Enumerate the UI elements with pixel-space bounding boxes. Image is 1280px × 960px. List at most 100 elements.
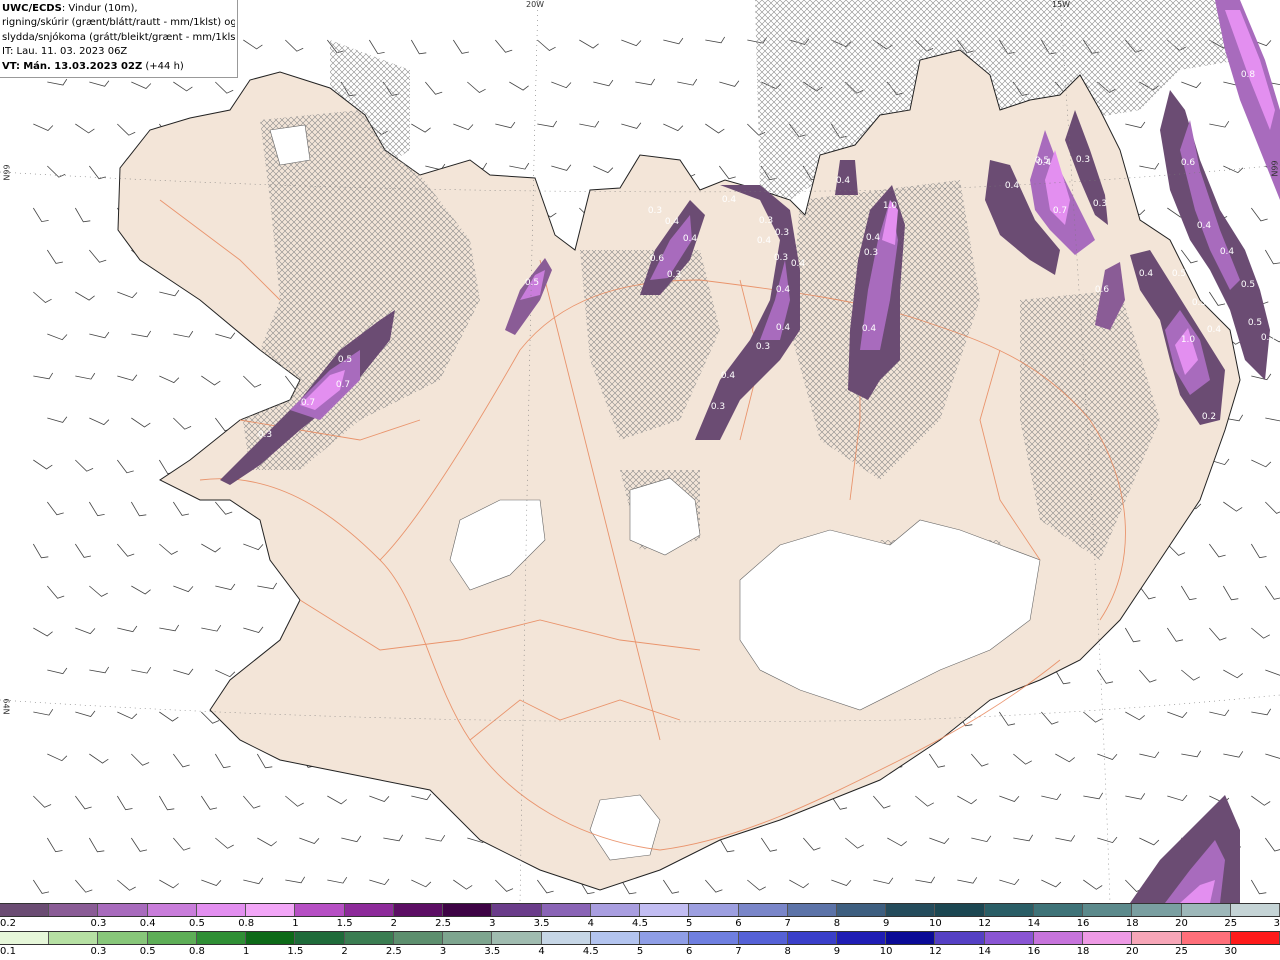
header-line2: rigning/skúrir (grænt/blátt/rautt - mm/1…	[2, 17, 235, 29]
legend-snow-colorbar	[0, 903, 1280, 917]
legend-label: 5	[686, 918, 693, 929]
legend-swatch	[196, 904, 247, 916]
lead-time: (+44 h)	[145, 60, 184, 72]
precip-value-label: 0.3	[775, 228, 789, 238]
legend-label: 0.3	[90, 918, 107, 929]
precip-value-label: 0.3	[711, 402, 725, 412]
precip-value-label: 0.4	[721, 371, 736, 381]
legend-label: 1.5	[336, 918, 353, 929]
header-line3: slydda/snjókoma (grátt/bleikt/grænt - mm…	[2, 31, 235, 43]
precip-value-label: 0.7	[336, 380, 350, 390]
precip-value-label: 0.5	[1035, 156, 1049, 166]
legend-swatch	[443, 932, 493, 944]
legend-swatch	[344, 904, 394, 916]
legend-label: 3.5	[484, 946, 501, 957]
precip-value-label: 0.5	[1241, 280, 1255, 290]
legend-swatch	[787, 904, 837, 916]
legend-label: 6	[735, 918, 742, 929]
legend-label: 20	[1175, 918, 1188, 929]
legend-swatch	[787, 932, 837, 944]
legend-label: 6	[686, 946, 693, 957]
legend-label: 16	[1076, 918, 1090, 929]
legend-swatch	[98, 932, 148, 944]
precip-value-label: 0.7	[301, 398, 315, 408]
legend-swatch	[1132, 904, 1182, 916]
precip-value-label: 0.7	[1053, 206, 1067, 216]
legend-label: 0.3	[90, 946, 107, 957]
legend-swatch	[98, 904, 148, 916]
legend-label: 0.5	[139, 946, 156, 957]
legend-swatch	[147, 932, 197, 944]
legend-label: 30	[1273, 918, 1280, 929]
legend-swatch	[0, 932, 50, 944]
legend-label: 16	[1027, 946, 1041, 957]
legend-swatch	[640, 904, 690, 916]
legend-label: 1	[242, 946, 250, 957]
precip-value-label: 0.4	[722, 195, 737, 205]
legend-swatch	[1181, 904, 1231, 916]
legend-swatch	[344, 932, 394, 944]
precip-value-label: 0.5	[525, 278, 539, 288]
legend-label: 4.5	[582, 946, 599, 957]
legend-swatch	[147, 904, 197, 916]
precip-value-label: 0.4	[1005, 181, 1020, 191]
legend-label: 2	[341, 946, 348, 957]
legend-label: 14	[978, 946, 991, 957]
legend-label: 12	[978, 918, 991, 929]
precip-value-label: 0.4	[836, 176, 851, 186]
legend-swatch	[590, 904, 641, 916]
precip-value-label: 0.4	[862, 324, 877, 334]
legend-swatch	[49, 932, 99, 944]
legend-label: 3	[489, 918, 496, 929]
precip-value-label: 0.6	[1181, 158, 1196, 168]
legend-label: 4	[587, 918, 594, 929]
legend-swatch	[738, 932, 788, 944]
precip-value-label: 0.4	[776, 323, 791, 333]
legend-swatch	[738, 904, 788, 916]
legend-label: 18	[1076, 946, 1090, 957]
legend-swatch	[984, 904, 1034, 916]
precip-value-label: 0.5	[1172, 269, 1186, 279]
it-label: IT:	[2, 46, 14, 58]
legend-label: 2.5	[435, 918, 452, 929]
legend-snow-labels: 0.2 0.3 0.4 0.5 0.8 1 1.5 2 2.5 3 3.5 4 4.5 5 6 7 8 9 10 12…	[0, 917, 1280, 931]
legend-label: 5	[636, 946, 644, 957]
valid-time: Mán. 13.03.2023 02Z	[23, 60, 143, 72]
legend-label: 10	[929, 918, 942, 929]
precip-value-label: 0.4	[776, 285, 791, 295]
precip-value-label: 0.3	[864, 248, 878, 258]
legend-swatch	[246, 932, 296, 944]
legend-label: 1	[292, 918, 299, 929]
legend-label: 0.8	[238, 918, 255, 929]
precip-value-label: 0.5	[338, 355, 352, 365]
legend-swatch	[935, 904, 985, 916]
grid-label-66n-right: 66N	[1269, 160, 1279, 177]
precip-value-label: 0.2	[1202, 412, 1216, 422]
legend-swatch	[246, 904, 296, 916]
precip-value-label: 1.0	[883, 201, 898, 211]
legend-label: 0.5	[188, 918, 205, 929]
legend-label: 8	[833, 918, 841, 929]
legend-rain: 0.1 0.3 0.5 0.8 1 1.5 2 2.5 3 3.5 4 4.5 5 6 7 8 9 10 12 14 1…	[0, 931, 1280, 959]
legend-swatch	[1083, 932, 1133, 944]
legend-swatch	[0, 904, 50, 916]
legend-label: 7	[784, 918, 791, 929]
precip-value-label: 0.3	[774, 253, 788, 263]
precip-value-label: 0.4	[1139, 269, 1154, 279]
legend-label: 10	[879, 946, 893, 957]
precip-value-label: 0.3	[1076, 155, 1090, 165]
precip-value-label: 0.5	[1261, 333, 1275, 343]
precip-value-label: 0.6	[1095, 285, 1110, 295]
legend-label: 20	[1125, 946, 1139, 957]
legend-label: 14	[1027, 918, 1041, 929]
legend-swatch	[886, 904, 936, 916]
legend-swatch	[1230, 932, 1280, 944]
precip-value-label: 0.5	[1248, 318, 1262, 328]
legend-swatch	[640, 932, 690, 944]
precip-value-label: 0.4	[1197, 221, 1212, 231]
legend-swatch	[689, 904, 739, 916]
legend-swatch	[689, 932, 739, 944]
legend-swatch	[492, 932, 542, 944]
legend-label: 0.8	[188, 946, 205, 957]
grid-label-64n-left: 64N	[1, 698, 11, 715]
